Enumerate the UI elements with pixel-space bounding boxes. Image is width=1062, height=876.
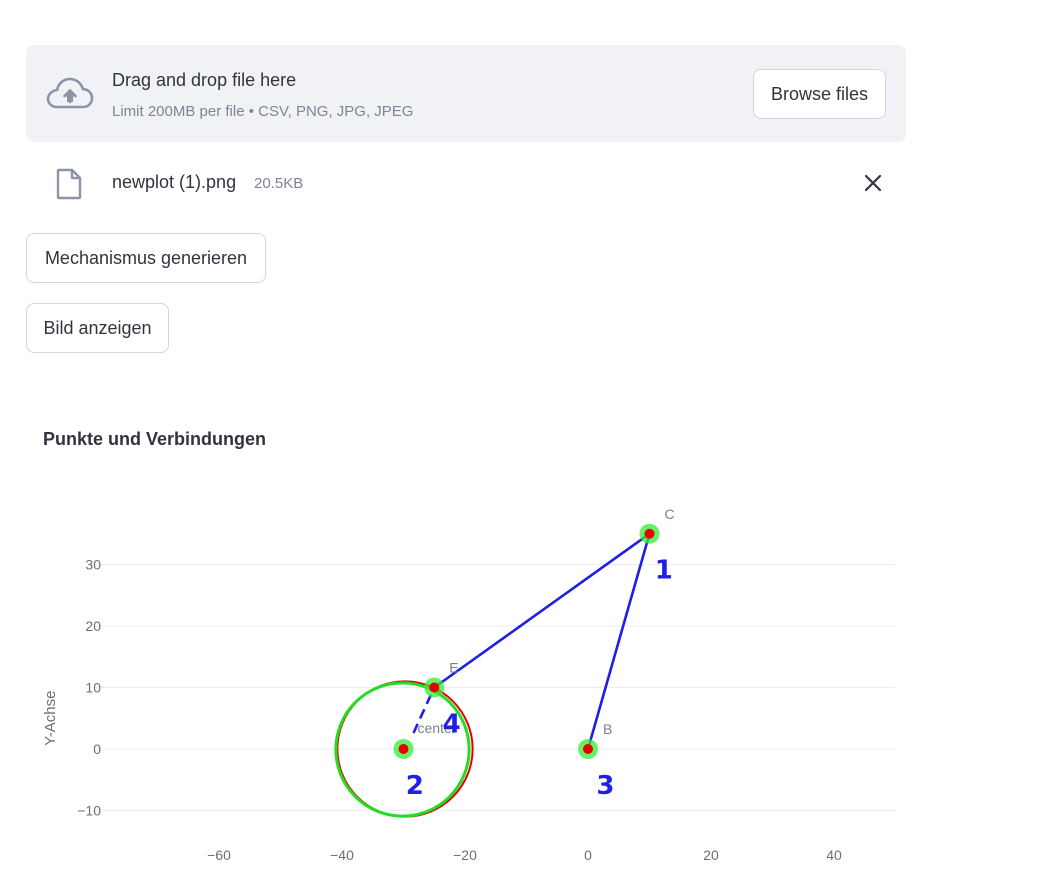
chart-title: Punkte und Verbindungen: [43, 429, 266, 449]
x-tick-label: 0: [584, 847, 592, 863]
close-icon[interactable]: [860, 170, 886, 196]
link-number-2: 2: [406, 771, 424, 801]
dropzone-limit-text: Limit 200MB per file • CSV, PNG, JPG, JP…: [112, 103, 414, 120]
browse-files-button[interactable]: Browse files: [753, 69, 886, 119]
dropzone-title: Drag and drop file here: [112, 70, 297, 90]
file-size: 20.5KB: [254, 175, 304, 192]
link-number-4: 4: [443, 709, 461, 739]
y-tick-label: −10: [77, 803, 101, 819]
show-image-button[interactable]: Bild anzeigen: [26, 303, 169, 353]
joint-point: [429, 682, 440, 693]
chart-svg: Punkte und VerbindungenY-Achse−100102030…: [42, 429, 895, 863]
x-tick-label: 20: [703, 847, 719, 863]
joint-point: [644, 528, 655, 539]
mechanism-chart: Punkte und Verbindungen Y-Achse −10 0 10 20 30…: [0, 400, 1062, 876]
x-tick-label: −40: [330, 847, 354, 863]
joint-point: [583, 744, 593, 754]
y-tick-label: 10: [85, 680, 101, 696]
y-axis-label: Y-Achse: [42, 691, 59, 746]
x-tick-label: −60: [207, 847, 231, 863]
file-name: newplot (1).png: [112, 172, 237, 192]
point-label-E: E: [449, 660, 458, 676]
x-tick-label: 40: [826, 847, 842, 863]
point-label-B: B: [603, 721, 612, 737]
connection-C-E: [433, 532, 651, 689]
joint-point: [398, 744, 409, 754]
y-tick-label: 30: [85, 557, 101, 573]
generate-mechanism-button[interactable]: Mechanismus generieren: [26, 233, 266, 283]
connection-C-B: [586, 533, 651, 750]
x-tick-label: −20: [453, 847, 477, 863]
point-label-C: C: [665, 506, 675, 522]
cloud-upload-icon: [46, 77, 94, 109]
file-dropzone[interactable]: Drag and drop file here Limit 200MB per …: [26, 45, 906, 142]
y-tick-label: 20: [85, 618, 101, 634]
y-tick-label: 0: [93, 741, 101, 757]
link-number-3: 3: [596, 771, 614, 801]
page: Drag and drop file here Limit 200MB per …: [0, 0, 1062, 876]
link-number-1: 1: [655, 556, 673, 586]
file-icon: [56, 168, 82, 200]
